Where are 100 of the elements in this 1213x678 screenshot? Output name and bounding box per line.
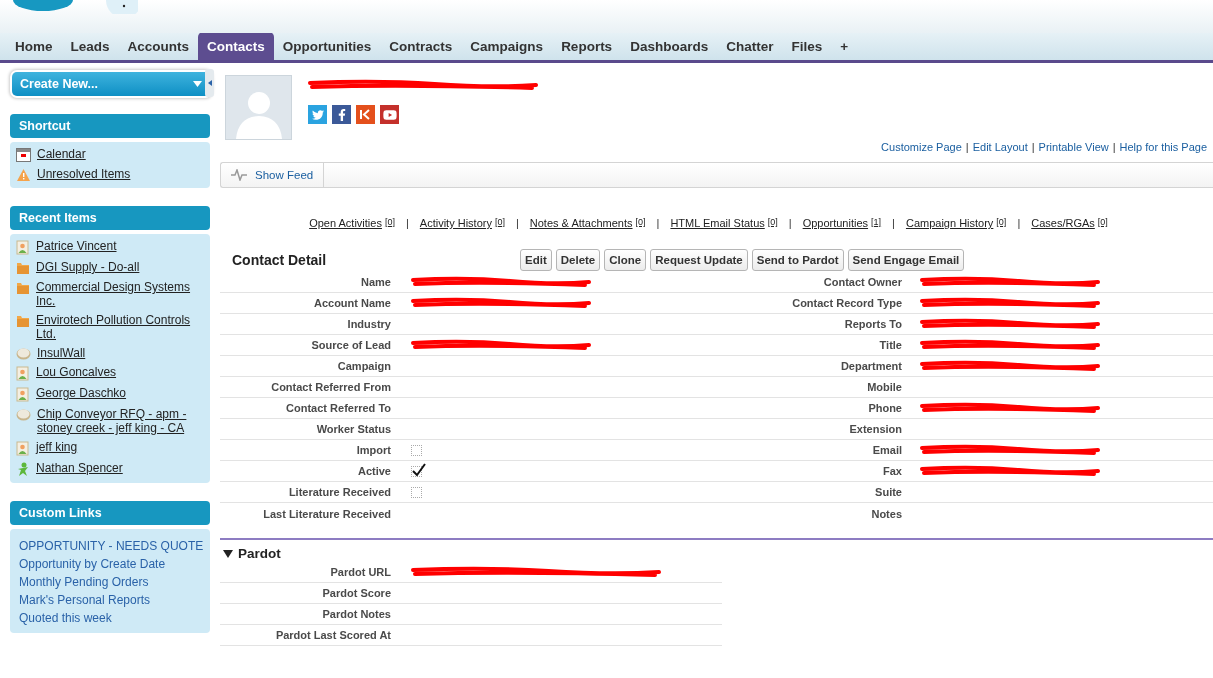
- nav-tab[interactable]: Leads: [61, 32, 119, 60]
- related-list-link[interactable]: Activity History: [419, 217, 492, 229]
- action-button[interactable]: Send Engage Email: [847, 249, 965, 271]
- field-label: Title: [878, 339, 902, 351]
- field-label: Pardot URL: [329, 566, 391, 578]
- nav-tab[interactable]: Chatter: [717, 32, 783, 60]
- nav-tab[interactable]: Home: [6, 32, 62, 60]
- section-header: Recent Items: [10, 206, 210, 230]
- sidebar-link[interactable]: jeff king: [36, 440, 78, 454]
- field-label: Email: [871, 444, 902, 456]
- sidebar-link[interactable]: DGI Supply - Do-all: [36, 260, 140, 274]
- field-label: Literature Received: [287, 486, 391, 498]
- action-button[interactable]: Edit: [520, 249, 552, 271]
- facebook-icon[interactable]: [332, 105, 351, 124]
- related-count[interactable]: [0]: [384, 217, 395, 229]
- coin-icon: [16, 347, 31, 360]
- folder-icon: [16, 261, 30, 275]
- nav-tab[interactable]: Contracts: [380, 32, 462, 60]
- field-label: Mobile: [866, 381, 902, 393]
- field-label: Account Name: [312, 297, 391, 309]
- sidebar-link[interactable]: Nathan Spencer: [36, 461, 123, 475]
- coin-icon: [16, 408, 31, 421]
- field-label: Contact Referred To: [285, 402, 391, 414]
- separator: |: [515, 217, 519, 229]
- custom-link[interactable]: Opportunity by Create Date: [16, 555, 204, 573]
- field-label: Campaign: [336, 360, 391, 372]
- sidebar-collapse-handle[interactable]: [205, 69, 214, 97]
- folder-icon: [16, 281, 30, 295]
- separator: |: [405, 217, 409, 229]
- custom-link[interactable]: Quoted this week: [16, 609, 204, 627]
- avatar-placeholder: [225, 75, 292, 140]
- separator: |: [656, 217, 660, 229]
- page-link[interactable]: Help for this Page: [1119, 141, 1207, 153]
- field-label: Active: [356, 465, 391, 477]
- field-label: Department: [839, 360, 902, 372]
- page-link[interactable]: Printable View: [1038, 141, 1109, 153]
- nav-tab[interactable]: Accounts: [118, 32, 199, 60]
- sidebar-link[interactable]: Calendar: [37, 147, 86, 161]
- field-label: Contact Record Type: [791, 297, 902, 309]
- field-label: Suite: [874, 486, 902, 498]
- nav-tab[interactable]: Campaigns: [461, 32, 553, 60]
- contact-card-icon: [16, 240, 30, 255]
- nav-tab[interactable]: Files: [782, 32, 832, 60]
- related-list-link[interactable]: HTML Email Status: [670, 217, 765, 229]
- separator: |: [1112, 141, 1116, 153]
- triangle-icon: [223, 548, 233, 558]
- sidebar-link[interactable]: Commercial Design Systems Inc.: [36, 280, 204, 308]
- folder-icon: [16, 314, 30, 328]
- section-toggle[interactable]: Pardot: [220, 544, 1213, 562]
- sidebar-link[interactable]: George Daschko: [36, 386, 127, 400]
- related-list-link[interactable]: Notes & Attachments: [529, 217, 633, 229]
- related-count[interactable]: [0]: [767, 217, 778, 229]
- sidebar-link[interactable]: Patrice Vincent: [36, 239, 117, 253]
- separator: |: [788, 217, 792, 229]
- separator: |: [892, 217, 895, 229]
- field-label: Pardot Last Scored At: [274, 629, 391, 641]
- nav-tab[interactable]: Opportunities: [273, 32, 381, 60]
- related-list-link[interactable]: Open Activities: [309, 217, 382, 229]
- twitter-icon[interactable]: [308, 105, 327, 124]
- related-list-link[interactable]: Cases/RGAs: [1031, 217, 1095, 229]
- field-label: Name: [360, 276, 391, 288]
- action-button[interactable]: Delete: [555, 249, 601, 271]
- custom-link[interactable]: OPPORTUNITY - NEEDS QUOTE: [16, 537, 204, 555]
- field-label: Worker Status: [315, 423, 391, 435]
- contact-card-icon: [16, 441, 30, 456]
- page-link[interactable]: Customize Page: [881, 141, 962, 153]
- custom-link[interactable]: Monthly Pending Orders: [16, 573, 204, 591]
- field-label: Notes: [870, 507, 902, 520]
- nav-tab[interactable]: Contacts: [198, 32, 274, 60]
- related-count[interactable]: [0]: [494, 217, 505, 229]
- related-list-link[interactable]: Opportunities: [802, 217, 869, 229]
- action-button[interactable]: Request Update: [650, 249, 748, 271]
- page-link[interactable]: Edit Layout: [972, 141, 1028, 153]
- related-list-link[interactable]: Campaign History: [905, 217, 994, 229]
- klout-icon[interactable]: [356, 105, 375, 124]
- sidebar-link[interactable]: InsulWall: [37, 346, 86, 360]
- contact-card-icon: [16, 366, 30, 381]
- related-count[interactable]: [0]: [996, 217, 1007, 229]
- show-feed-button[interactable]: Show Feed: [221, 163, 325, 187]
- sidebar-link[interactable]: Envirotech Pollution Controls Ltd.: [36, 313, 204, 341]
- nav-tab[interactable]: Reports: [552, 32, 622, 60]
- field-label: Last Literature Received: [262, 507, 391, 520]
- nav-tab[interactable]: Dashboards: [621, 32, 718, 60]
- sidebar-link[interactable]: Chip Conveyor RFQ - apm - stoney creek - jeff king - CA: [37, 407, 204, 435]
- sidebar-link[interactable]: Lou Goncalves: [36, 365, 117, 379]
- section-header: Custom Links: [10, 501, 210, 525]
- field-label: Pardot Notes: [321, 608, 391, 620]
- custom-link[interactable]: Mark's Personal Reports: [16, 591, 204, 609]
- action-button[interactable]: Send to Pardot: [751, 249, 844, 271]
- sidebar-link[interactable]: Unresolved Items: [37, 167, 131, 181]
- detail-title: Contact Detail: [231, 252, 328, 268]
- related-count[interactable]: [0]: [1097, 217, 1108, 229]
- nav-tab[interactable]: +: [831, 32, 858, 60]
- related-count[interactable]: [1]: [871, 217, 882, 229]
- related-count[interactable]: [0]: [635, 217, 646, 229]
- pulse-icon: [231, 169, 247, 181]
- field-label: Phone: [867, 402, 902, 414]
- section-header: Shortcut: [10, 114, 210, 138]
- youtube-icon[interactable]: [380, 105, 399, 124]
- action-button[interactable]: Clone: [604, 249, 647, 271]
